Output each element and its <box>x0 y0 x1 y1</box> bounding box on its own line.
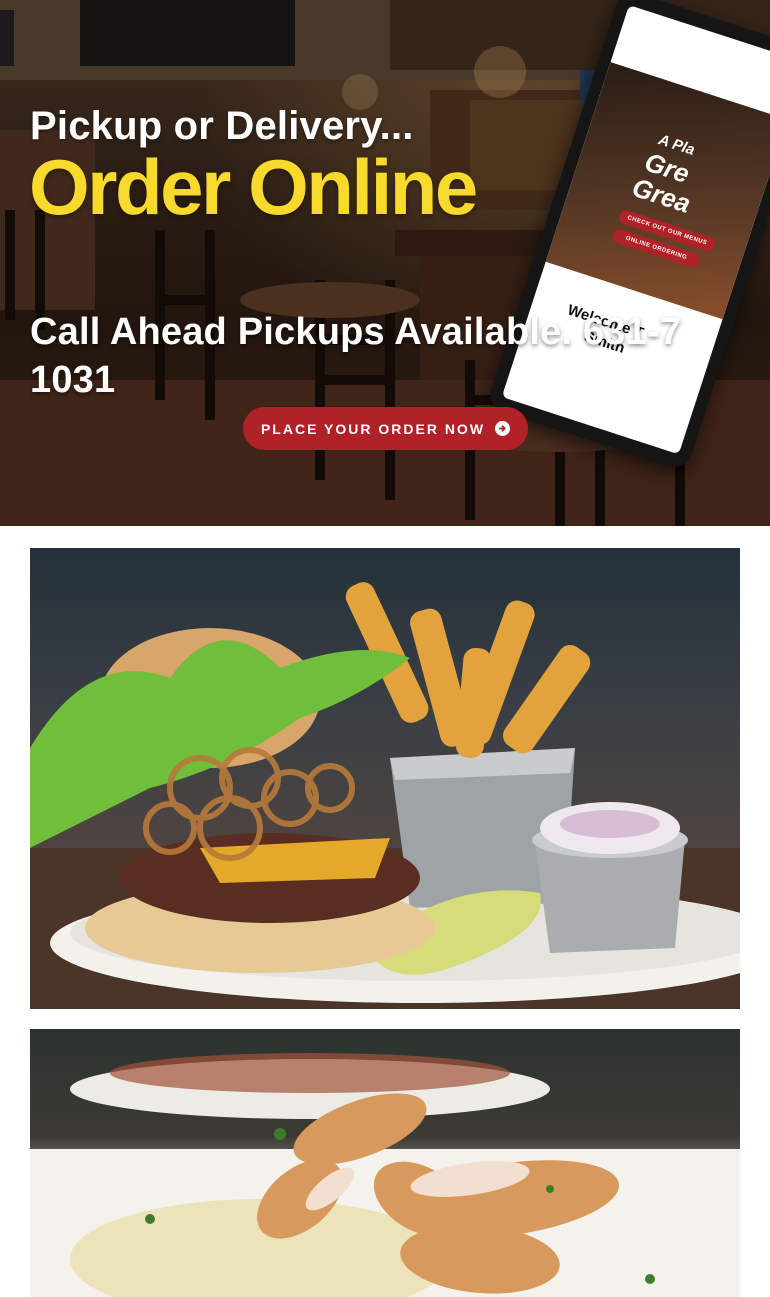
place-order-label: PLACE YOUR ORDER NOW <box>260 420 486 437</box>
chicken-photo <box>30 1029 740 1297</box>
call-ahead-line1: Call Ahead Pickups Available. 631-7 <box>30 311 682 353</box>
hero-content: Pickup or Delivery... Order Online Call … <box>0 0 770 526</box>
arrow-circle-right-icon <box>495 421 511 436</box>
hero-banner: A Pla Gre Grea CHECK OUT OUR MENUS ONLIN… <box>0 0 770 526</box>
place-order-button[interactable]: PLACE YOUR ORDER NOW <box>243 407 528 450</box>
burger-photo <box>30 548 740 1009</box>
call-ahead-text: Call Ahead Pickups Available. 631-7 1031 <box>30 308 730 404</box>
hero-headline: Order Online <box>29 143 478 231</box>
burger-plate-illustration <box>30 582 740 1009</box>
call-ahead-line2: 1031 <box>30 359 116 401</box>
chicken-plate-illustration <box>30 1053 740 1297</box>
